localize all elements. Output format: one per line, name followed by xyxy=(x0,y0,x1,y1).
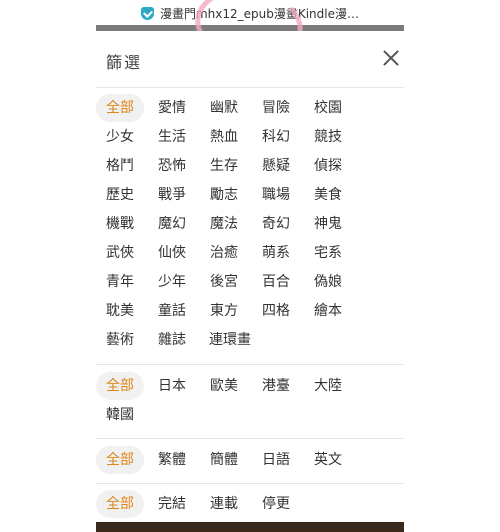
filter-chip[interactable]: 武俠 xyxy=(96,239,144,267)
divider xyxy=(96,438,404,439)
filter-chip[interactable]: 韓國 xyxy=(96,401,144,429)
filter-chip-all[interactable]: 全部 xyxy=(96,372,144,400)
filter-chip[interactable]: 魔法 xyxy=(200,210,248,238)
filter-chip[interactable]: 科幻 xyxy=(252,123,300,151)
filter-header: 篩選 xyxy=(96,31,404,87)
filter-chip[interactable]: 港臺 xyxy=(252,372,300,400)
divider xyxy=(96,87,404,88)
filter-chip-all[interactable]: 全部 xyxy=(96,490,144,518)
filter-chip[interactable]: 生活 xyxy=(148,123,196,151)
filter-chip[interactable]: 少女 xyxy=(96,123,144,151)
filter-chip[interactable]: 歐美 xyxy=(200,372,248,400)
filter-panel: 篩選 全部 愛情 幽默 冒險 校園 少女 生活 熱血 科幻 競技 格鬥 恐怖 生存 懸疑 偵探 歷史 戰爭 勵志職… xyxy=(96,31,404,532)
filter-chip[interactable]: 戰爭 xyxy=(148,181,196,209)
filter-chip[interactable]: 歷史 xyxy=(96,181,144,209)
filter-chip[interactable]: 停更 xyxy=(252,490,300,518)
filter-chip[interactable]: 東方 xyxy=(200,297,248,325)
filter-chip[interactable]: 完結 xyxy=(148,490,196,518)
divider xyxy=(96,483,404,484)
filter-chip[interactable]: 百合 xyxy=(252,268,300,296)
filter-chip[interactable]: 連載 xyxy=(200,490,248,518)
filter-chip[interactable]: 連環畫 xyxy=(200,326,260,354)
filter-chip[interactable]: 繁體 xyxy=(148,446,196,474)
filter-chip[interactable]: 機戰 xyxy=(96,210,144,238)
filter-chip[interactable]: 愛情 xyxy=(148,94,196,122)
filter-chip[interactable]: 魔幻 xyxy=(148,210,196,238)
filter-chip[interactable]: 熱血 xyxy=(200,123,248,151)
panel-title: 篩選 xyxy=(106,53,143,72)
filter-chip[interactable]: 日本 xyxy=(148,372,196,400)
filter-chip[interactable]: 少年 xyxy=(148,268,196,296)
page-bottom-strip xyxy=(96,522,404,532)
filter-chip[interactable]: 宅系 xyxy=(304,239,352,267)
filter-chip[interactable]: 四格 xyxy=(252,297,300,325)
filter-chip[interactable]: 日語 xyxy=(252,446,300,474)
filter-chip[interactable]: 仙俠 xyxy=(148,239,196,267)
filter-chip[interactable]: 競技 xyxy=(304,123,352,151)
filter-chip[interactable]: 美食 xyxy=(304,181,352,209)
filter-chip[interactable]: 恐怖 xyxy=(148,152,196,180)
filter-chip[interactable]: 校園 xyxy=(304,94,352,122)
filter-chip[interactable]: 生存 xyxy=(200,152,248,180)
filter-chip[interactable]: 懸疑 xyxy=(252,152,300,180)
filter-chip-all[interactable]: 全部 xyxy=(96,94,144,122)
filter-chip[interactable]: 萌系 xyxy=(252,239,300,267)
filter-chip[interactable]: 奇幻 xyxy=(252,210,300,238)
filter-chip[interactable]: 簡體 xyxy=(200,446,248,474)
filter-chip[interactable]: 青年 xyxy=(96,268,144,296)
filter-chip[interactable]: 治癒 xyxy=(200,239,248,267)
shield-icon xyxy=(140,6,154,20)
url-text: 漫畫門mhx12_epub漫畫Kindle漫… xyxy=(159,6,360,21)
filter-chip[interactable]: 藝術 xyxy=(96,326,144,354)
filter-chip[interactable]: 大陸 xyxy=(304,372,352,400)
filter-chip[interactable]: 勵志 xyxy=(200,181,248,209)
filter-chip[interactable]: 偵探 xyxy=(304,152,352,180)
filter-chip[interactable]: 幽默 xyxy=(200,94,248,122)
filter-chip[interactable]: 雜誌 xyxy=(148,326,196,354)
browser-address-bar[interactable]: 漫畫門mhx12_epub漫畫Kindle漫… xyxy=(0,0,500,26)
filter-chip[interactable]: 格鬥 xyxy=(96,152,144,180)
filter-chip[interactable]: 偽娘 xyxy=(304,268,352,296)
filter-chip[interactable]: 冒險 xyxy=(252,94,300,122)
filter-chip[interactable]: 神鬼 xyxy=(304,210,352,238)
filter-chip-all[interactable]: 全部 xyxy=(96,446,144,474)
divider xyxy=(96,364,404,365)
close-icon[interactable] xyxy=(382,49,400,67)
filter-chip[interactable]: 後宮 xyxy=(200,268,248,296)
filter-chip[interactable]: 繪本 xyxy=(304,297,352,325)
filter-chip[interactable]: 耽美 xyxy=(96,297,144,325)
filter-chip[interactable]: 職場 xyxy=(252,181,300,209)
filter-chip[interactable]: 童話 xyxy=(148,297,196,325)
filter-chip[interactable]: 英文 xyxy=(304,446,352,474)
